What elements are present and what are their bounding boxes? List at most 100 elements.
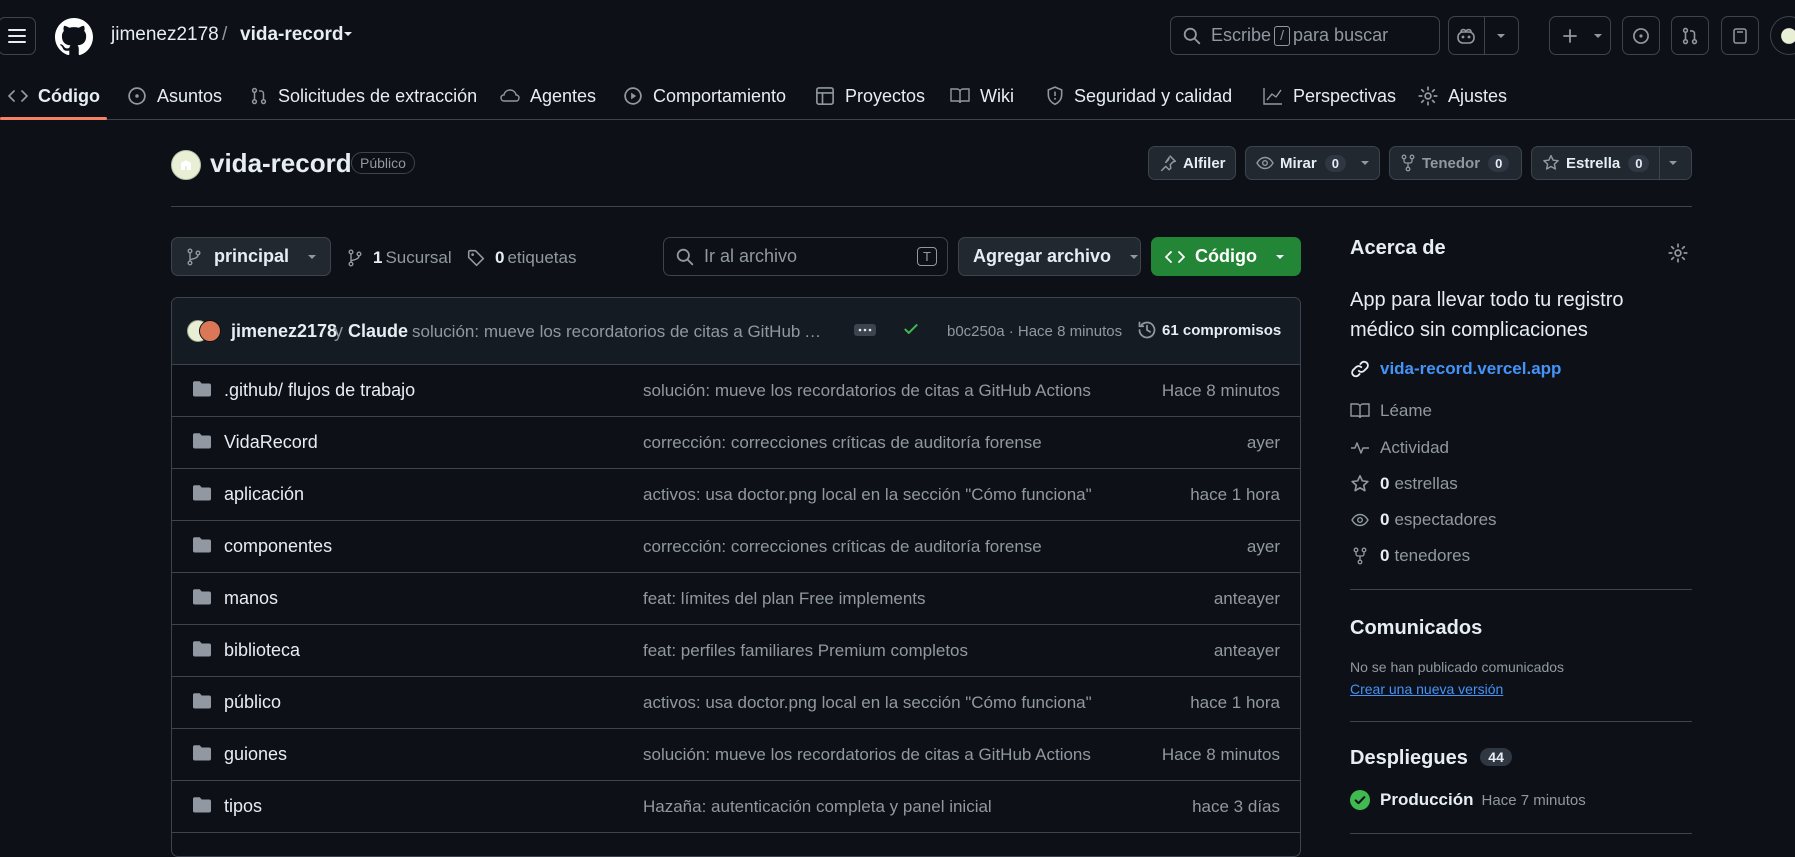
tab-pull-requests[interactable]: Solicitudes de extracción [250, 72, 477, 120]
tab-label: Perspectivas [1293, 85, 1397, 106]
avatar[interactable] [199, 320, 221, 342]
add-file-button[interactable]: Agregar archivo [958, 237, 1141, 276]
deployments-header[interactable]: Despliegues 44 [1350, 747, 1512, 770]
readme-link[interactable]: Léame [1350, 401, 1432, 421]
create-release-link[interactable]: Crear una nueva versión [1350, 681, 1503, 697]
fork-button[interactable]: Tenedor 0 [1389, 146, 1522, 180]
file-commit-message[interactable]: solución: mueve los recordatorios de cit… [643, 745, 1091, 765]
file-commit-message[interactable]: solución: mueve los recordatorios de cit… [643, 381, 1091, 401]
releases-title[interactable]: Comunicados [1350, 617, 1482, 640]
releases-note: No se han publicado comunicados [1350, 659, 1565, 675]
go-to-file-input[interactable]: Ir al archivo T [663, 237, 948, 276]
tab-label: Comportamiento [653, 85, 787, 106]
pull-requests-button[interactable] [1671, 16, 1709, 55]
file-name[interactable]: biblioteca [224, 640, 300, 661]
file-commit-message[interactable]: Hazaña: autenticación completa y panel i… [643, 797, 992, 817]
pin-button[interactable]: Alfiler [1148, 146, 1236, 180]
table-row[interactable]: biblioteca feat: perfiles familiares Prem… [172, 625, 1300, 677]
search-suffix: para buscar [1293, 25, 1389, 45]
eye-icon [1256, 156, 1274, 170]
commit-coauthor[interactable]: Claude [348, 321, 408, 342]
tab-issues[interactable]: Asuntos [127, 72, 222, 120]
file-commit-message[interactable]: feat: perfiles familiares Premium comple… [643, 641, 968, 661]
chevron-down-icon[interactable] [1660, 160, 1685, 166]
inbox-button[interactable] [1721, 16, 1759, 55]
watchers-link[interactable]: 0 espectadores [1350, 510, 1497, 530]
repo-owner-avatar[interactable] [171, 150, 201, 180]
chevron-down-icon [1275, 254, 1285, 260]
file-commit-message[interactable]: corrección: correcciones críticas de aud… [643, 433, 1042, 453]
code-icon [8, 88, 28, 104]
file-name[interactable]: VidaRecord [224, 432, 318, 453]
github-logo-icon[interactable] [55, 18, 93, 56]
file-name[interactable]: guiones [224, 744, 287, 765]
file-commit-message[interactable]: activos: usa doctor.png local en la secc… [643, 485, 1092, 505]
table-row[interactable]: componentes corrección: correcciones crít… [172, 521, 1300, 573]
table-row[interactable]: público activos: usa doctor.png local en … [172, 677, 1300, 729]
commit-sha[interactable]: b0c250a · Hace 8 minutos [947, 323, 1122, 340]
file-commit-message[interactable]: corrección: correcciones críticas de aud… [643, 537, 1042, 557]
copilot-button[interactable] [1448, 16, 1519, 55]
create-new-button[interactable] [1549, 16, 1611, 55]
owner-link[interactable]: jimenez2178 [111, 24, 219, 46]
tab-actions[interactable]: Comportamiento [623, 72, 786, 120]
issues-button[interactable] [1622, 16, 1660, 55]
gear-icon[interactable] [1668, 243, 1688, 263]
tab-wiki[interactable]: Wiki [950, 72, 1014, 120]
tab-insights[interactable]: Perspectivas [1263, 72, 1396, 120]
table-row[interactable]: aplicación activos: usa doctor.png local … [172, 469, 1300, 521]
star-button[interactable]: Estrella 0 [1531, 146, 1692, 180]
production-deployment[interactable]: Producción Hace 7 minutos [1350, 790, 1586, 810]
table-row[interactable]: guiones solución: mueve los recordatorios… [172, 729, 1300, 781]
inbox-icon [1732, 27, 1748, 45]
tab-code[interactable]: Código [8, 72, 100, 120]
file-commit-message[interactable]: activos: usa doctor.png local en la secc… [643, 693, 1092, 713]
search-shortcut-key: / [1274, 25, 1291, 46]
table-row[interactable]: manos feat: límites del plan Free impleme… [172, 573, 1300, 625]
file-name[interactable]: .github/ flujos de trabajo [224, 380, 415, 401]
branch-selector[interactable]: principal [171, 237, 331, 276]
homepage-link[interactable]: vida-record.vercel.app [1350, 359, 1561, 379]
forks-link[interactable]: 0 tenedores [1350, 546, 1470, 566]
check-icon[interactable] [902, 320, 920, 338]
watch-button[interactable]: Mirar 0 [1245, 146, 1380, 180]
tab-settings[interactable]: Ajustes [1418, 72, 1507, 120]
user-avatar-button[interactable] [1770, 16, 1795, 55]
production-time: Hace 7 minutos [1481, 791, 1586, 809]
table-icon [815, 86, 835, 106]
tab-agents[interactable]: Agentes [500, 72, 596, 120]
repo-title[interactable]: vida-record [210, 148, 352, 179]
file-name[interactable]: tipos [224, 796, 262, 817]
repo-link[interactable]: vida-record [240, 24, 343, 46]
stars-link[interactable]: 0 estrellas [1350, 474, 1458, 494]
file-name[interactable]: componentes [224, 536, 332, 557]
homepage-url: vida-record.vercel.app [1380, 359, 1562, 378]
commit-author[interactable]: jimenez2178 [231, 321, 337, 342]
forks-count: 0 [1380, 546, 1390, 565]
file-name[interactable]: público [224, 692, 281, 713]
table-row[interactable]: tipos Hazaña: autenticación completa y pa… [172, 781, 1300, 833]
tab-security[interactable]: Seguridad y calidad [1046, 72, 1232, 120]
commits-link[interactable]: 61 compromisos [1137, 320, 1281, 340]
table-row[interactable]: VidaRecord corrección: correcciones críti… [172, 417, 1300, 469]
activity-link[interactable]: Actividad [1350, 438, 1449, 458]
table-row[interactable]: .github/ flujos de trabajo solución: muev… [172, 365, 1300, 417]
file-commit-message[interactable]: feat: límites del plan Free implements [643, 589, 926, 609]
about-title: Acerca de [1350, 237, 1446, 259]
chevron-down-icon [1588, 33, 1608, 39]
activity-label: Actividad [1380, 438, 1449, 457]
chevron-down-icon [1129, 254, 1139, 260]
branches-link[interactable]: 1 Sucursal [347, 248, 452, 268]
expand-commit-button[interactable] [854, 324, 876, 336]
tab-projects[interactable]: Proyectos [815, 72, 925, 120]
file-name[interactable]: aplicación [224, 484, 304, 505]
repo-dropdown-icon[interactable] [342, 30, 354, 38]
file-name[interactable]: manos [224, 588, 278, 609]
global-search[interactable]: Escribe / para buscar [1170, 16, 1440, 55]
deployments-title: Despliegues [1350, 747, 1468, 769]
menu-button[interactable] [0, 17, 36, 55]
tags-link[interactable]: 0 etiquetas [467, 248, 576, 268]
chevron-down-icon[interactable] [1485, 33, 1518, 39]
code-button[interactable]: Código [1151, 237, 1301, 276]
commit-message[interactable]: solución: mueve los recordatorios de cit… [412, 322, 832, 342]
